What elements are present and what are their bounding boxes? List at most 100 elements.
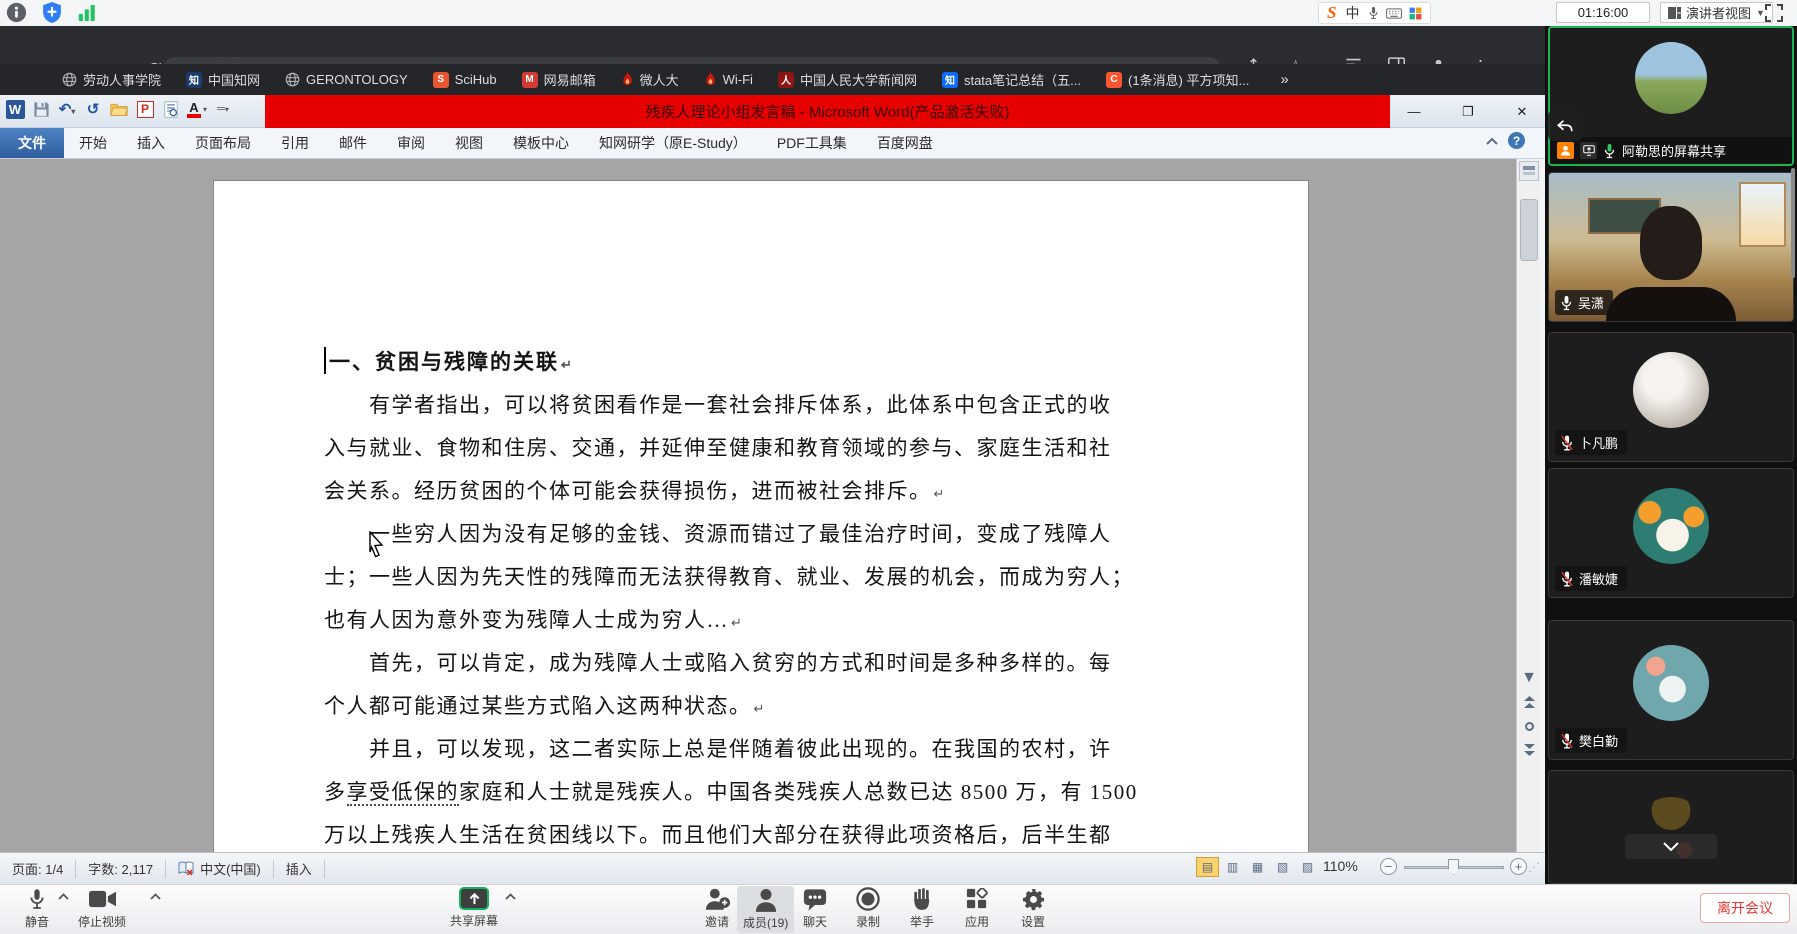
toolbar-button-停止视频[interactable]: 停止视频 (78, 887, 126, 930)
sogou-logo-icon[interactable]: S (1327, 3, 1336, 23)
proofing-status[interactable]: 中文(中国) (166, 860, 274, 878)
ribbon-tab-6[interactable]: 审阅 (382, 128, 440, 158)
toolbar-button-邀请[interactable]: 邀请 (694, 887, 740, 930)
ribbon-tab-5[interactable]: 邮件 (324, 128, 382, 158)
next-page-icon[interactable] (1517, 739, 1541, 761)
bookmark-item-0[interactable]: 劳动人事学院 (62, 70, 161, 89)
ribbon-tab-8[interactable]: 模板中心 (498, 128, 584, 158)
fullscreen-icon[interactable] (1764, 3, 1784, 23)
ruler-toggle-icon[interactable] (1519, 161, 1539, 181)
open-icon[interactable] (109, 99, 129, 119)
toolbar-label: 录制 (856, 913, 880, 930)
ime-toolbox-icon[interactable] (1409, 6, 1422, 20)
participant-tile-4[interactable]: 樊白勤 (1548, 620, 1794, 760)
toolbar-button-录制[interactable]: 录制 (845, 887, 891, 930)
qat-customize-icon[interactable]: ═▾ (213, 99, 233, 119)
close-icon[interactable]: ✕ (1501, 98, 1543, 125)
bookmark-label: stata笔记总结（五... (964, 70, 1081, 89)
toolbar-label: 邀请 (705, 913, 729, 930)
participant-tile-2[interactable]: 卜凡鹏 (1548, 332, 1794, 462)
help-icon[interactable]: ? (1508, 132, 1525, 149)
ribbon-tab-2[interactable]: 插入 (122, 128, 180, 158)
toolbar-button-聊天[interactable]: 聊天 (792, 887, 838, 930)
word-logo-icon[interactable]: W (5, 99, 25, 119)
participant-tile-5[interactable] (1548, 770, 1794, 884)
draft-view-icon[interactable]: ▨ (1296, 857, 1319, 877)
toolbar-button-设置[interactable]: 设置 (1010, 887, 1056, 930)
bookmark-item-3[interactable]: SSciHub (433, 72, 497, 88)
zoom-in-button[interactable]: + (1510, 858, 1527, 875)
document-text: 一、贫困与残障的关联↵有学者指出，可以将贫困看作是一套社会排斥体系，此体系中包含… (324, 341, 1110, 852)
print-preview-icon[interactable] (161, 99, 181, 119)
info-icon[interactable] (6, 2, 27, 23)
expand-caret-icon[interactable] (58, 893, 69, 900)
redo-icon[interactable]: ↺ (83, 99, 103, 119)
ribbon-tab-10[interactable]: PDF工具集 (762, 128, 862, 158)
previous-page-icon[interactable] (1517, 691, 1541, 713)
bookmark-item-1[interactable]: 知中国知网 (186, 70, 260, 89)
hand-icon (912, 887, 932, 911)
expand-caret-icon[interactable] (150, 893, 161, 900)
maximize-icon[interactable]: ❐ (1447, 98, 1489, 125)
document-page[interactable]: 一、贫困与残障的关联↵有学者指出，可以将贫困看作是一套社会排斥体系，此体系中包含… (213, 180, 1309, 852)
print-layout-view-icon[interactable]: ▤ (1196, 857, 1219, 877)
toolbar-button-静音[interactable]: 静音 (14, 887, 60, 930)
ribbon-tab-0[interactable]: 文件 (0, 128, 64, 158)
bookmark-item-9[interactable]: C(1条消息) 平方项知... (1106, 70, 1249, 89)
vertical-scrollbar[interactable]: ▼ (1516, 159, 1540, 852)
view-mode-button[interactable]: 演讲者视图 ▼ (1660, 2, 1773, 23)
ribbon-tab-11[interactable]: 百度网盘 (862, 128, 948, 158)
avatar (1633, 645, 1709, 721)
ime-mode-toggle[interactable]: 中 (1345, 3, 1359, 23)
browser-toolbar: ← → 不安全 | scjc.gov.cn/scjc/zhyw01/2022/1… (0, 26, 1545, 64)
pdf-p-icon[interactable]: P (135, 99, 155, 119)
zoom-level[interactable]: 110% (1323, 858, 1358, 874)
web-layout-view-icon[interactable]: ▦ (1246, 857, 1269, 877)
signal-icon[interactable] (76, 2, 97, 23)
bookmark-item-7[interactable]: 人中国人民大学新闻网 (778, 70, 917, 89)
ribbon-tab-4[interactable]: 引用 (266, 128, 324, 158)
fullscreen-reading-view-icon[interactable]: ▥ (1221, 857, 1244, 877)
word-count[interactable]: 字数: 2,117 (76, 860, 166, 878)
undo-icon[interactable]: ↶▾ (57, 99, 77, 119)
toolbar-button-成员(19)[interactable]: 成员(19) (737, 886, 794, 933)
toolbar-button-举手[interactable]: 举手 (899, 887, 945, 930)
bookmark-item-4[interactable]: M网易邮箱 (522, 70, 596, 89)
ribbon-tab-7[interactable]: 视图 (440, 128, 498, 158)
collapse-ribbon-icon[interactable] (1486, 137, 1498, 145)
ime-keyboard-icon[interactable] (1386, 6, 1402, 20)
scroll-more-participants-button[interactable] (1625, 834, 1717, 859)
leave-meeting-button[interactable]: 离开会议 (1700, 893, 1790, 923)
ribbon-tab-9[interactable]: 知网研学（原E-Study） (584, 128, 762, 158)
back-arrow-button[interactable] (1548, 110, 1582, 141)
expand-caret-icon[interactable] (505, 893, 516, 900)
minimize-icon[interactable]: — (1393, 98, 1435, 125)
ribbon-tab-3[interactable]: 页面布局 (180, 128, 266, 158)
bookmark-item-6[interactable]: Wi-Fi (704, 72, 753, 87)
page-indicator[interactable]: 页面: 1/4 (0, 860, 76, 878)
zoom-out-button[interactable]: − (1380, 858, 1397, 875)
save-icon[interactable] (31, 99, 51, 119)
ime-mic-icon[interactable] (1368, 6, 1379, 20)
bookmark-item-2[interactable]: GERONTOLOGY (285, 72, 408, 87)
select-browse-object-icon[interactable] (1517, 715, 1541, 737)
scroll-down-icon[interactable]: ▼ (1517, 667, 1541, 689)
participant-tile-3[interactable]: 潘敏婕 (1548, 468, 1794, 598)
outline-view-icon[interactable]: ▧ (1271, 857, 1294, 877)
insert-mode[interactable]: 插入 (274, 860, 325, 878)
ribbon-tab-1[interactable]: 开始 (64, 128, 122, 158)
font-color-icon[interactable]: A▾ (187, 99, 207, 119)
toolbar-button-应用[interactable]: 应用 (954, 887, 1000, 930)
bookmark-item-8[interactable]: 知stata笔记总结（五... (942, 70, 1081, 89)
toolbar-label: 静音 (25, 913, 49, 930)
toolbar-button-共享屏幕[interactable]: 共享屏幕 (450, 887, 498, 929)
bookmarks-overflow-icon[interactable]: » (1280, 71, 1288, 88)
bookmark-favicon: C (1106, 72, 1122, 88)
participant-tile-0[interactable]: 阿勒思的屏幕共享 (1548, 26, 1794, 166)
sidebar-scrollbar[interactable] (1791, 168, 1795, 278)
shield-icon[interactable] (41, 2, 62, 23)
bookmark-item-5[interactable]: 微人大 (621, 70, 679, 89)
participant-tile-1[interactable]: 吴潇 (1548, 172, 1794, 322)
scrollbar-thumb[interactable] (1520, 199, 1538, 261)
paragraph-mark: ↵ (934, 486, 945, 501)
